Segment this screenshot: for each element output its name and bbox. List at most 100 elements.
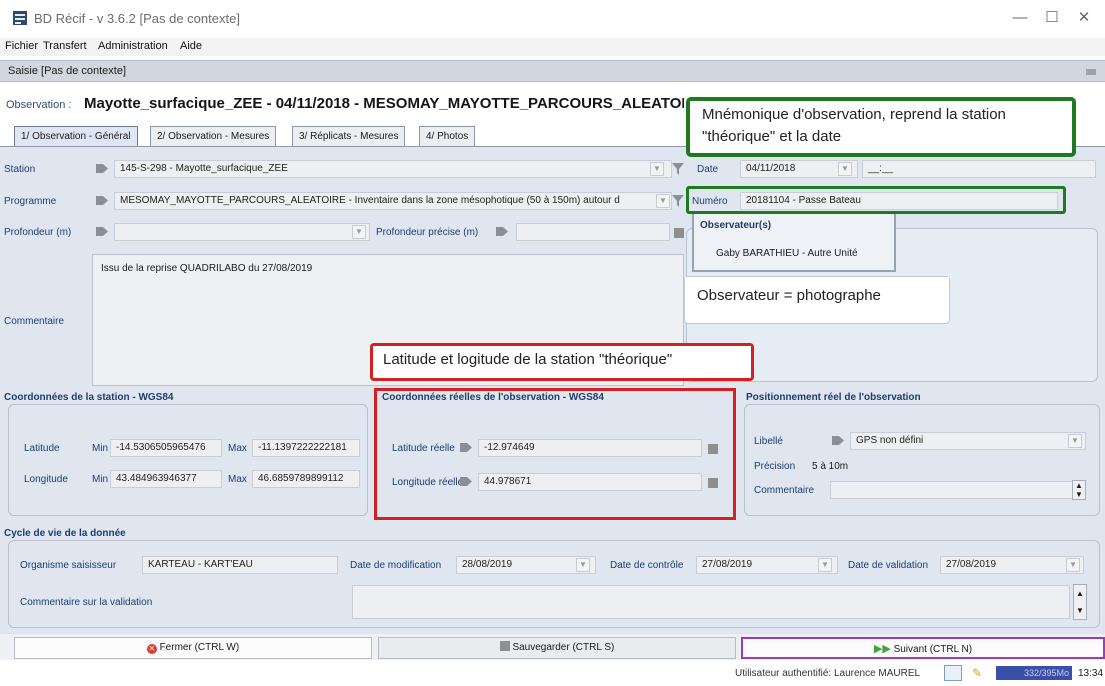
app-logo-icon <box>13 11 27 25</box>
profondeur-square-icon[interactable] <box>674 228 684 238</box>
user-status: Utilisateur authentifié: Laurence MAUREL <box>735 668 921 679</box>
panel-title: Saisie [Pas de contexte] <box>8 65 127 77</box>
libelle-field[interactable]: GPS non défini <box>850 432 1086 450</box>
profondeur-precise-field[interactable] <box>516 223 670 241</box>
commentaire-validation-scroll-icon[interactable]: ▲ ▼ <box>1073 584 1087 620</box>
lon-reelle-label: Longitude réelle <box>392 477 464 488</box>
date-dropdown-icon[interactable]: ▼ <box>838 162 852 176</box>
station-field[interactable]: 145-S-298 - Mayotte_surfacique_ZEE <box>114 160 672 178</box>
commentaire-validation-field[interactable] <box>352 585 1070 619</box>
libelle-dropdown-icon[interactable]: ▼ <box>1068 434 1082 448</box>
eraser-icon[interactable]: ✎ <box>972 666 982 680</box>
maximize-button[interactable]: ☐ <box>1040 8 1064 28</box>
close-button[interactable]: ✕ <box>1072 8 1096 28</box>
controle-label: Date de contrôle <box>610 560 684 571</box>
programme-label: Programme <box>4 196 57 207</box>
lat-max-field[interactable]: -11.1397222222181 <box>252 439 360 457</box>
next-arrow-icon: ▶▶ <box>873 643 891 655</box>
lat-reelle-arrow-icon[interactable] <box>460 443 472 452</box>
modification-field[interactable]: 28/08/2019 <box>456 556 596 574</box>
observateurs-label: Observateur(s) <box>700 220 772 231</box>
programme-filter-icon[interactable] <box>672 195 684 207</box>
station-dropdown-icon[interactable]: ▼ <box>650 162 664 176</box>
annotation-mnemonique-text: Mnémonique d'observation, reprend la sta… <box>690 101 1072 151</box>
time-field[interactable]: __:__ <box>862 160 1096 178</box>
panel-header: Saisie [Pas de contexte] <box>0 60 1105 82</box>
coords-obs-title: Coordonnées réelles de l'observation - W… <box>382 392 604 403</box>
lon-reelle-field[interactable]: 44.978671 <box>478 473 702 491</box>
sauvegarder-label: Sauvegarder (CTRL S) <box>512 642 615 653</box>
numero-highlight <box>686 186 1066 214</box>
profondeur-precise-label: Profondeur précise (m) <box>376 227 479 238</box>
programme-field[interactable]: MESOMAY_MAYOTTE_PARCOURS_ALEATOIRE - Inv… <box>114 192 672 210</box>
minimize-button[interactable]: — <box>1008 8 1032 28</box>
validation-dropdown-icon[interactable]: ▼ <box>1066 558 1080 572</box>
sauvegarder-button[interactable]: Sauvegarder (CTRL S) <box>378 637 736 659</box>
positionnement-title: Positionnement réel de l'observation <box>746 392 921 403</box>
modification-label: Date de modification <box>350 560 442 571</box>
longitude-label: Longitude <box>24 474 68 485</box>
lon-max-label: Max <box>228 474 247 485</box>
tab-photos[interactable]: 4/ Photos <box>419 126 476 146</box>
observateurs-box: Observateur(s) Gaby BARATHIEU - Autre Un… <box>692 212 896 272</box>
controle-field[interactable]: 27/08/2019 <box>696 556 838 574</box>
controle-dropdown-icon[interactable]: ▼ <box>818 558 832 572</box>
programme-dropdown-icon[interactable]: ▼ <box>656 194 670 208</box>
lat-reelle-field[interactable]: -12.974649 <box>478 439 702 457</box>
profondeur-field[interactable] <box>114 223 370 241</box>
annotation-latitude: Latitude et logitude de la station "théo… <box>370 343 754 381</box>
profondeur-dropdown-icon[interactable]: ▼ <box>352 225 366 239</box>
validation-label: Date de validation <box>848 560 929 571</box>
menu-aide[interactable]: Aide <box>180 40 202 52</box>
menu-bar: Fichier Transfert Administration Aide <box>0 38 1105 56</box>
annotation-mnemonique: Mnémonique d'observation, reprend la sta… <box>686 97 1076 157</box>
annotation-observateur: Observateur = photographe <box>684 276 950 324</box>
tab-replicats-mesures[interactable]: 3/ Réplicats - Mesures <box>292 126 406 146</box>
lon-max-field[interactable]: 46.6859789899112 <box>252 470 360 488</box>
memory-gauge: 332/395Mo <box>996 666 1072 680</box>
precision-value: 5 à 10m <box>812 461 849 472</box>
lon-reelle-square-icon[interactable] <box>708 478 718 488</box>
profondeur-label: Profondeur (m) <box>4 227 72 238</box>
close-circle-icon: ✕ <box>146 644 157 654</box>
observation-title: Mayotte_surfacique_ZEE - 04/11/2018 - ME… <box>84 95 684 112</box>
pos-commentaire-scroll-icon[interactable]: ▲ ▼ <box>1072 480 1086 500</box>
station-arrow-icon[interactable] <box>96 164 108 173</box>
lat-reelle-label: Latitude réelle <box>392 443 455 454</box>
refresh-icon[interactable] <box>944 665 962 681</box>
profondeur-arrow-icon[interactable] <box>96 227 108 236</box>
window-title: BD Récif - v 3.6.2 [Pas de contexte] <box>34 11 240 26</box>
annotation-latitude-text: Latitude et logitude de la station "théo… <box>373 346 751 374</box>
annotation-observateur-text: Observateur = photographe <box>685 277 949 315</box>
commentaire-validation-label: Commentaire sur la validation <box>20 597 153 608</box>
programme-arrow-icon[interactable] <box>96 196 108 205</box>
menu-transfert[interactable]: Transfert <box>43 40 87 52</box>
modification-dropdown-icon[interactable]: ▼ <box>576 558 590 572</box>
observateur-item[interactable]: Gaby BARATHIEU - Autre Unité <box>716 248 858 259</box>
tab-observation-general[interactable]: 1/ Observation - Général <box>14 126 138 146</box>
lat-reelle-square-icon[interactable] <box>708 444 718 454</box>
fermer-button[interactable]: ✕ Fermer (CTRL W) <box>14 637 372 659</box>
profondeur-precise-arrow-icon[interactable] <box>496 227 508 236</box>
libelle-arrow-icon[interactable] <box>832 436 844 445</box>
date-label: Date <box>697 164 719 175</box>
suivant-button[interactable]: ▶▶ Suivant (CTRL N) <box>741 637 1105 659</box>
fermer-label: Fermer (CTRL W) <box>159 642 240 653</box>
validation-field[interactable]: 27/08/2019 <box>940 556 1084 574</box>
latitude-label: Latitude <box>24 443 60 454</box>
pos-commentaire-field[interactable] <box>830 481 1086 499</box>
menu-fichier[interactable]: Fichier <box>5 40 38 52</box>
organisme-field[interactable]: KARTEAU - KART'EAU <box>142 556 338 574</box>
positionnement-group <box>744 404 1100 516</box>
menu-administration[interactable]: Administration <box>98 40 168 52</box>
panel-pin-icon[interactable] <box>1085 66 1097 78</box>
lon-min-label: Min <box>92 474 109 485</box>
lon-reelle-arrow-icon[interactable] <box>460 477 472 486</box>
lat-min-label: Min <box>92 443 109 454</box>
station-filter-icon[interactable] <box>672 163 684 175</box>
tab-observation-mesures[interactable]: 2/ Observation - Mesures <box>150 126 277 146</box>
lon-min-field[interactable]: 43.484963946377 <box>110 470 222 488</box>
precision-label: Précision <box>754 461 796 472</box>
lat-min-field[interactable]: -14.5306505965476 <box>110 439 222 457</box>
commentaire-label: Commentaire <box>4 316 65 327</box>
